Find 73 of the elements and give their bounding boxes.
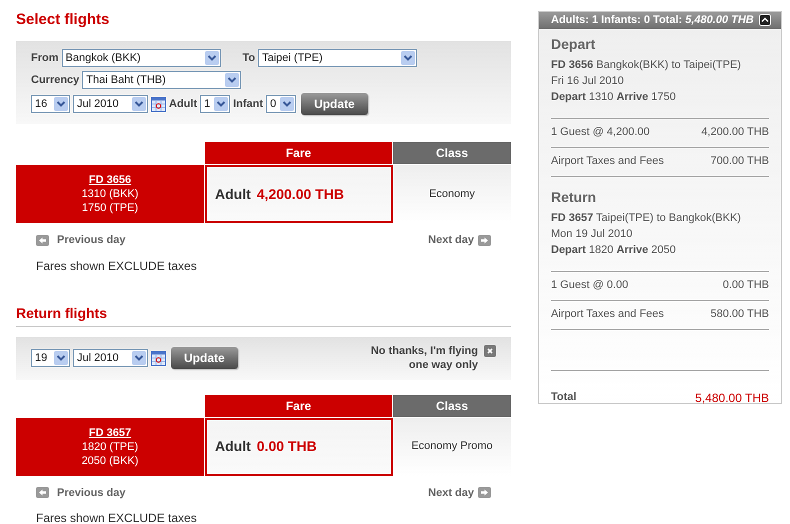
left-arrow-icon[interactable]	[36, 234, 49, 246]
section-title: Return flights	[16, 302, 511, 326]
price-label: Airport Taxes and Fees	[551, 307, 664, 322]
field-label: To	[242, 50, 256, 66]
caret-icon[interactable]	[54, 97, 68, 111]
dropdown[interactable]: Jul 2010	[73, 349, 148, 367]
calendar-icon[interactable]	[151, 96, 166, 112]
next-day-link[interactable]: Next day	[428, 484, 491, 501]
total-amount: 5,480.00 THB	[695, 390, 769, 406]
flight-route: FD 3657 Taipei(TPE) to Bangkok(BKK)	[551, 210, 742, 226]
fare-cell[interactable]: Adult 4,200.00 THB	[205, 165, 393, 223]
column-header: Class	[393, 142, 511, 164]
arrival-time: 2050 (BKK)	[82, 454, 138, 468]
field-label: From	[31, 50, 58, 66]
caret-icon[interactable]	[225, 73, 240, 87]
dropdown[interactable]: 16	[31, 95, 70, 113]
field-label: Infant	[233, 96, 264, 112]
column-header: Fare	[205, 142, 392, 164]
previous-day-link[interactable]: Previous day	[36, 484, 126, 501]
dropdown[interactable]: Taipei (TPE)	[258, 49, 418, 67]
caret-icon[interactable]	[204, 51, 218, 65]
price-amount: 700.00 THB	[710, 154, 769, 170]
next-day-link[interactable]: Next day	[428, 232, 491, 248]
left-arrow-icon[interactable]	[36, 487, 49, 498]
collapse-icon[interactable]	[759, 14, 771, 26]
price-amount: 4,200.00 THB	[701, 125, 769, 140]
price-label: Airport Taxes and Fees	[551, 154, 664, 170]
flight-date: Fri 16 Jul 2010	[551, 74, 625, 88]
update-button[interactable]: Update	[171, 347, 238, 369]
leg-title: Return	[551, 188, 598, 206]
flight-link[interactable]: FD 3657	[88, 426, 132, 440]
flight-times: Depart 1820 Arrive 2050	[551, 242, 677, 258]
price-amount: 0.00 THB	[722, 278, 769, 294]
arrival-time: 1750 (TPE)	[82, 201, 138, 215]
leg-title: Depart	[551, 34, 596, 54]
flight-route: FD 3656 Bangkok(BKK) to Taipei(TPE)	[551, 58, 742, 72]
flight-times: Depart 1310 Arrive 1750	[551, 90, 677, 104]
caret-icon[interactable]	[401, 51, 416, 65]
close-icon[interactable]	[484, 345, 496, 357]
total-label: Total	[551, 390, 576, 406]
summary-header: Adults: 1 Infants: 0 Total: 5,480.00 THB	[551, 13, 754, 28]
dropdown[interactable]: Thai Baht (THB)	[82, 71, 242, 89]
departure-time: 1820 (TPE)	[82, 440, 138, 454]
flight-date: Mon 19 Jul 2010	[551, 226, 634, 242]
right-arrow-icon[interactable]	[478, 487, 491, 498]
dropdown[interactable]: 0	[266, 95, 296, 113]
fare-note: Fares shown EXCLUDE taxes	[35, 258, 198, 274]
calendar-icon[interactable]	[151, 350, 166, 366]
one-way-option: No thanks, I'm flying one way only	[353, 344, 478, 372]
previous-day-link[interactable]: Previous day	[36, 232, 126, 248]
fare-note: Fares shown EXCLUDE taxes	[35, 510, 198, 524]
column-header: Class	[393, 394, 511, 416]
right-arrow-icon[interactable]	[478, 234, 491, 246]
caret-icon[interactable]	[132, 351, 146, 365]
field-label: Adult	[169, 96, 198, 112]
section-title: Select flights	[16, 10, 110, 29]
price-label: 1 Guest @ 4,200.00	[551, 125, 650, 140]
dropdown[interactable]: 1	[200, 95, 230, 113]
dropdown[interactable]: 19	[31, 349, 70, 367]
fare-cell[interactable]: Adult 0.00 THB	[205, 418, 393, 476]
dropdown[interactable]: Bangkok (BKK)	[62, 49, 220, 67]
dropdown[interactable]: Jul 2010	[73, 95, 148, 113]
caret-icon[interactable]	[280, 97, 294, 111]
flight-link[interactable]: FD 3656	[88, 173, 132, 187]
price-label: 1 Guest @ 0.00	[551, 278, 628, 294]
update-button[interactable]: Update	[301, 93, 368, 115]
caret-icon[interactable]	[54, 351, 68, 365]
caret-icon[interactable]	[132, 97, 146, 111]
column-header: Fare	[205, 394, 392, 416]
price-amount: 580.00 THB	[710, 307, 769, 322]
departure-time: 1310 (BKK)	[82, 187, 138, 201]
field-label: Currency	[31, 72, 80, 88]
caret-icon[interactable]	[214, 97, 228, 111]
